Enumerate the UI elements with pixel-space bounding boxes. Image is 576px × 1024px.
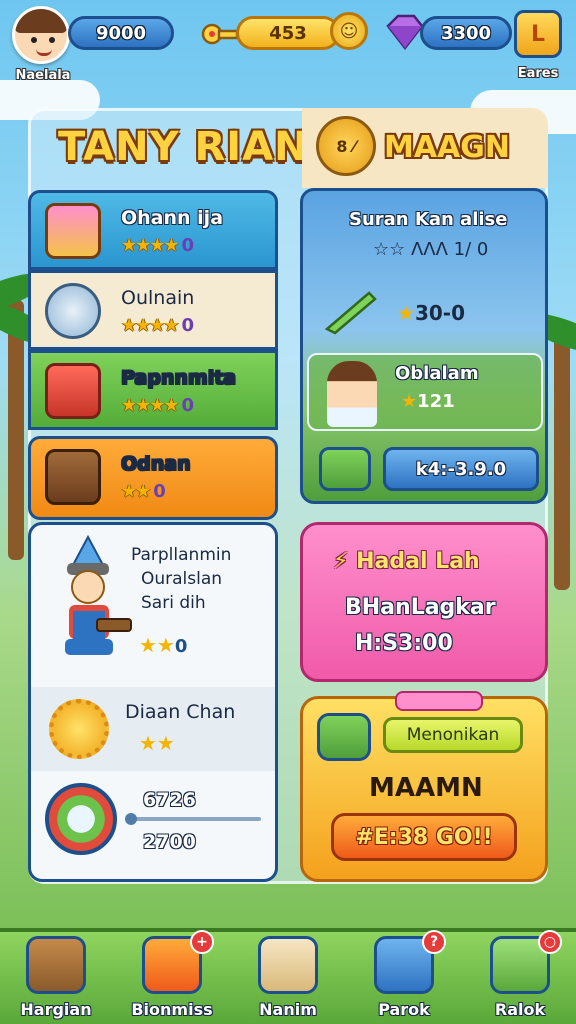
currency-counter-3: 3300 (420, 16, 512, 50)
nav-item-ralok[interactable]: ○ Ralok (478, 930, 562, 1022)
shield-row[interactable]: 6726 2700 (31, 771, 275, 879)
gear-icon (49, 699, 109, 759)
currency-value-1: 9000 (95, 22, 147, 44)
offer-tag: Menonikan (383, 717, 523, 753)
badge-plus: + (190, 930, 214, 954)
worker-card[interactable]: Parpllanmin Ouralslan Sari dih ★★0 Diaan… (28, 522, 278, 882)
rating-stars: ★★0 (139, 633, 188, 657)
currency-counter-1: 9000 (68, 16, 174, 50)
worker-line-3: Sari dih (141, 593, 206, 613)
map-icon (258, 936, 318, 994)
badge-alert: ○ (538, 930, 562, 954)
list-item-name: Odnan (121, 453, 191, 475)
shield-value-bottom: 2700 (143, 831, 196, 853)
list-item[interactable]: Odnan ★★ 0 (28, 436, 278, 520)
nav-item-parok[interactable]: ? Parok (362, 930, 446, 1022)
robot-icon (319, 447, 371, 491)
nav-item-bionmiss[interactable]: + Bionmiss (130, 930, 214, 1022)
hammer-icon (45, 363, 101, 419)
bell-icon (45, 283, 101, 339)
right-panel-title: Suran Kan alise (349, 209, 508, 230)
offer-go-button[interactable]: #E:38 GO!! (331, 813, 517, 861)
nav-label: Parok (378, 1000, 430, 1019)
player-avatar[interactable] (12, 6, 70, 64)
offer-card-tab (395, 691, 483, 711)
badge-question: ? (422, 930, 446, 954)
hero-value: ★121 (401, 391, 455, 412)
nav-label: Nanim (259, 1000, 317, 1019)
nav-label: Bionmiss (131, 1000, 213, 1019)
worker-line-2: Ouralslan (141, 569, 223, 589)
offer-go-label: #E:38 GO!! (355, 824, 493, 850)
gear-row[interactable]: Diaan Chan ★★ (31, 687, 275, 771)
panel-title-left: TANY RIAN (58, 124, 309, 170)
right-info-panel: Suran Kan alise ☆☆ ΛΛΛ 1/ 0 ★30-0 Oblala… (300, 188, 548, 504)
event-card[interactable]: ⚡ Hadal Lah BHanLagkar H:S3:00 (300, 522, 548, 682)
right-panel-value: ★30-0 (397, 301, 465, 325)
list-item[interactable]: Oulnain ★★★★ 0 (28, 270, 278, 350)
helmet-glyph: 8 ⁄ (336, 136, 356, 156)
rating-stars: ★★ (139, 731, 175, 755)
gear-row-name: Diaan Chan (125, 701, 236, 723)
treasure-chest-icon (45, 449, 101, 505)
rating-stars: ★★★★ 0 (121, 315, 195, 336)
list-item[interactable]: Ohann ija ★★★★ 0 (28, 190, 278, 270)
panel-title-right: MAAGN (384, 130, 511, 165)
currency-value-2: 453 (269, 22, 307, 44)
event-subtitle: BHanLagkar (345, 595, 496, 620)
rating-stars: ★★0 (121, 481, 166, 502)
pencil-icon (317, 713, 371, 761)
hero-name: Oblalam (395, 363, 479, 384)
list-item-name: Papnnmita (121, 367, 237, 389)
offer-title: MAAMN (369, 773, 483, 803)
palm-tree (554, 330, 570, 590)
event-timer: H:S3:00 (355, 631, 453, 656)
currency-counter-2: 453 (236, 16, 340, 50)
nav-item-nanim[interactable]: Nanim (246, 936, 330, 1022)
sword-icon (324, 291, 377, 335)
nav-label: Ralok (494, 1000, 546, 1019)
worker-line-1: Parpllanmin (131, 545, 232, 565)
hero-avatar (327, 361, 377, 427)
settings-glyph: L (530, 21, 546, 47)
progress-track[interactable] (125, 813, 261, 825)
progress-handle[interactable] (125, 813, 137, 825)
list-item-name: Oulnain (121, 287, 195, 309)
hero-card[interactable]: Oblalam ★121 (307, 353, 543, 431)
nav-item-hargian[interactable]: Hargian (14, 936, 98, 1022)
smiley-coin-icon: ☺ (330, 12, 368, 50)
settings-label: Eares (517, 66, 559, 81)
currency-value-3: 3300 (440, 22, 492, 44)
builder-character-icon (65, 535, 132, 655)
nav-label: Hargian (20, 1000, 92, 1019)
bar-value-field[interactable]: k4:-3.9.0 (383, 447, 539, 491)
top-bar: Naelala 9000 453 ☺ 3300 L Eares (0, 0, 576, 90)
shield-icon (45, 783, 117, 855)
gift-box-icon (45, 203, 101, 259)
key-icon (201, 23, 239, 45)
helmet-icon: 8 ⁄ (316, 116, 376, 176)
right-panel-stars-line: ☆☆ ΛΛΛ 1/ 0 (373, 239, 489, 260)
offer-card[interactable]: Menonikan MAAMN #E:38 GO!! (300, 691, 548, 882)
shield-value-top: 6726 (143, 789, 196, 811)
player-name: Naelala (15, 68, 71, 83)
toolbox-icon (26, 936, 86, 994)
event-title: ⚡ Hadal Lah (333, 549, 480, 574)
settings-button[interactable]: L (514, 10, 562, 58)
list-item-name: Ohann ija (121, 207, 224, 229)
rating-stars: ★★★★ 0 (121, 235, 195, 256)
list-item[interactable]: Papnnmita ★★★★ 0 (28, 350, 278, 430)
bar-value: k4:-3.9.0 (415, 458, 507, 480)
rating-stars: ★★★★ 0 (121, 395, 195, 416)
